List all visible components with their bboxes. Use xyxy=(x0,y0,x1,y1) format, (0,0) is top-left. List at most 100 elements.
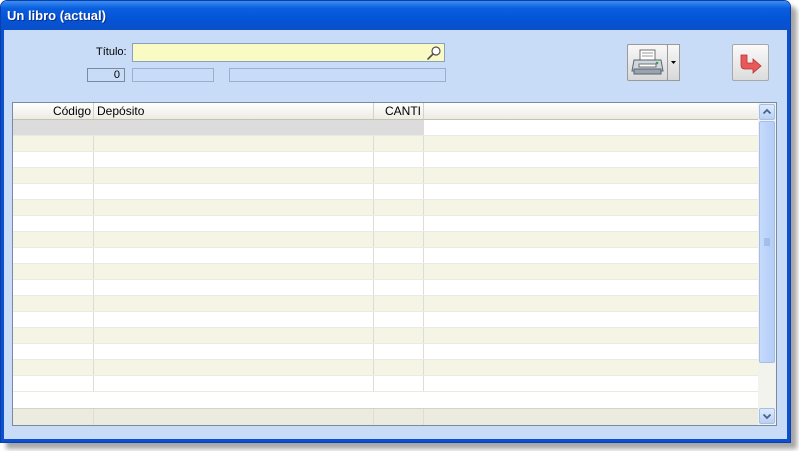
table-row[interactable] xyxy=(13,216,758,232)
table-cell[interactable] xyxy=(94,216,374,231)
scroll-thumb[interactable] xyxy=(759,121,775,363)
table-cell[interactable] xyxy=(374,120,424,135)
table-row[interactable] xyxy=(13,136,758,152)
exit-button[interactable] xyxy=(732,44,769,81)
table-cell[interactable] xyxy=(374,184,424,199)
table-cell[interactable] xyxy=(424,216,758,231)
table-cell[interactable] xyxy=(374,312,424,327)
table-cell[interactable] xyxy=(374,280,424,295)
table-cell[interactable] xyxy=(424,200,758,215)
title-bar[interactable]: Un libro (actual) xyxy=(1,1,790,30)
table-row[interactable] xyxy=(13,328,758,344)
print-button[interactable] xyxy=(627,44,668,81)
table-cell[interactable] xyxy=(13,296,94,311)
column-header-extra[interactable] xyxy=(424,103,758,119)
data-grid[interactable]: Código Depósito CANTI xyxy=(12,102,777,426)
table-cell[interactable] xyxy=(94,152,374,167)
table-cell[interactable] xyxy=(94,344,374,359)
table-cell[interactable] xyxy=(374,232,424,247)
titulo-input[interactable] xyxy=(132,43,445,62)
table-cell[interactable] xyxy=(94,232,374,247)
scroll-up-button[interactable] xyxy=(759,104,775,120)
table-cell[interactable] xyxy=(374,328,424,343)
table-cell[interactable] xyxy=(374,296,424,311)
table-cell[interactable] xyxy=(374,360,424,375)
table-cell[interactable] xyxy=(13,360,94,375)
vertical-scrollbar[interactable] xyxy=(758,103,776,425)
table-row[interactable] xyxy=(13,280,758,296)
table-cell[interactable] xyxy=(13,120,94,135)
table-cell[interactable] xyxy=(13,216,94,231)
table-row[interactable] xyxy=(13,152,758,168)
table-cell[interactable] xyxy=(424,328,758,343)
table-cell[interactable] xyxy=(13,152,94,167)
table-row[interactable] xyxy=(13,344,758,360)
table-cell[interactable] xyxy=(374,168,424,183)
table-cell[interactable] xyxy=(94,280,374,295)
column-header-canti[interactable]: CANTI xyxy=(374,103,424,119)
table-cell[interactable] xyxy=(424,376,758,391)
table-cell[interactable] xyxy=(94,200,374,215)
table-cell[interactable] xyxy=(94,168,374,183)
table-cell[interactable] xyxy=(374,200,424,215)
table-cell[interactable] xyxy=(424,312,758,327)
column-header-deposito[interactable]: Depósito xyxy=(94,103,374,119)
table-cell[interactable] xyxy=(424,120,758,135)
table-row[interactable] xyxy=(13,184,758,200)
table-cell[interactable] xyxy=(374,376,424,391)
table-cell[interactable] xyxy=(94,296,374,311)
table-cell[interactable] xyxy=(374,216,424,231)
table-cell[interactable] xyxy=(13,168,94,183)
table-row[interactable] xyxy=(13,264,758,280)
table-cell[interactable] xyxy=(13,376,94,391)
print-dropdown-button[interactable] xyxy=(667,44,680,81)
table-cell[interactable] xyxy=(94,312,374,327)
table-row[interactable] xyxy=(13,376,758,392)
table-cell[interactable] xyxy=(374,344,424,359)
table-cell[interactable] xyxy=(94,360,374,375)
table-cell[interactable] xyxy=(424,168,758,183)
table-cell[interactable] xyxy=(13,184,94,199)
table-cell[interactable] xyxy=(94,136,374,151)
table-cell[interactable] xyxy=(374,248,424,263)
table-row-selected[interactable] xyxy=(13,120,758,136)
table-cell[interactable] xyxy=(94,376,374,391)
table-cell[interactable] xyxy=(13,200,94,215)
table-cell[interactable] xyxy=(424,232,758,247)
table-cell[interactable] xyxy=(94,264,374,279)
table-cell[interactable] xyxy=(94,184,374,199)
table-cell[interactable] xyxy=(13,136,94,151)
table-row[interactable] xyxy=(13,232,758,248)
table-cell[interactable] xyxy=(424,264,758,279)
table-cell[interactable] xyxy=(374,264,424,279)
table-cell[interactable] xyxy=(13,328,94,343)
table-cell[interactable] xyxy=(424,360,758,375)
table-cell[interactable] xyxy=(374,152,424,167)
table-cell[interactable] xyxy=(13,312,94,327)
table-cell[interactable] xyxy=(94,120,374,135)
table-row[interactable] xyxy=(13,248,758,264)
scroll-down-button[interactable] xyxy=(759,408,775,424)
table-cell[interactable] xyxy=(424,152,758,167)
table-cell[interactable] xyxy=(94,248,374,263)
table-cell[interactable] xyxy=(424,136,758,151)
table-cell[interactable] xyxy=(424,280,758,295)
table-cell[interactable] xyxy=(13,344,94,359)
search-button[interactable] xyxy=(425,45,443,61)
table-cell[interactable] xyxy=(374,136,424,151)
table-row[interactable] xyxy=(13,360,758,376)
table-cell[interactable] xyxy=(424,248,758,263)
table-cell[interactable] xyxy=(13,248,94,263)
column-header-codigo[interactable]: Código xyxy=(13,103,94,119)
table-cell[interactable] xyxy=(424,296,758,311)
table-row[interactable] xyxy=(13,168,758,184)
table-row[interactable] xyxy=(13,200,758,216)
table-row[interactable] xyxy=(13,312,758,328)
table-row[interactable] xyxy=(13,296,758,312)
table-cell[interactable] xyxy=(424,344,758,359)
table-cell[interactable] xyxy=(424,184,758,199)
table-cell[interactable] xyxy=(13,232,94,247)
table-cell[interactable] xyxy=(13,264,94,279)
table-cell[interactable] xyxy=(94,328,374,343)
table-cell[interactable] xyxy=(13,280,94,295)
